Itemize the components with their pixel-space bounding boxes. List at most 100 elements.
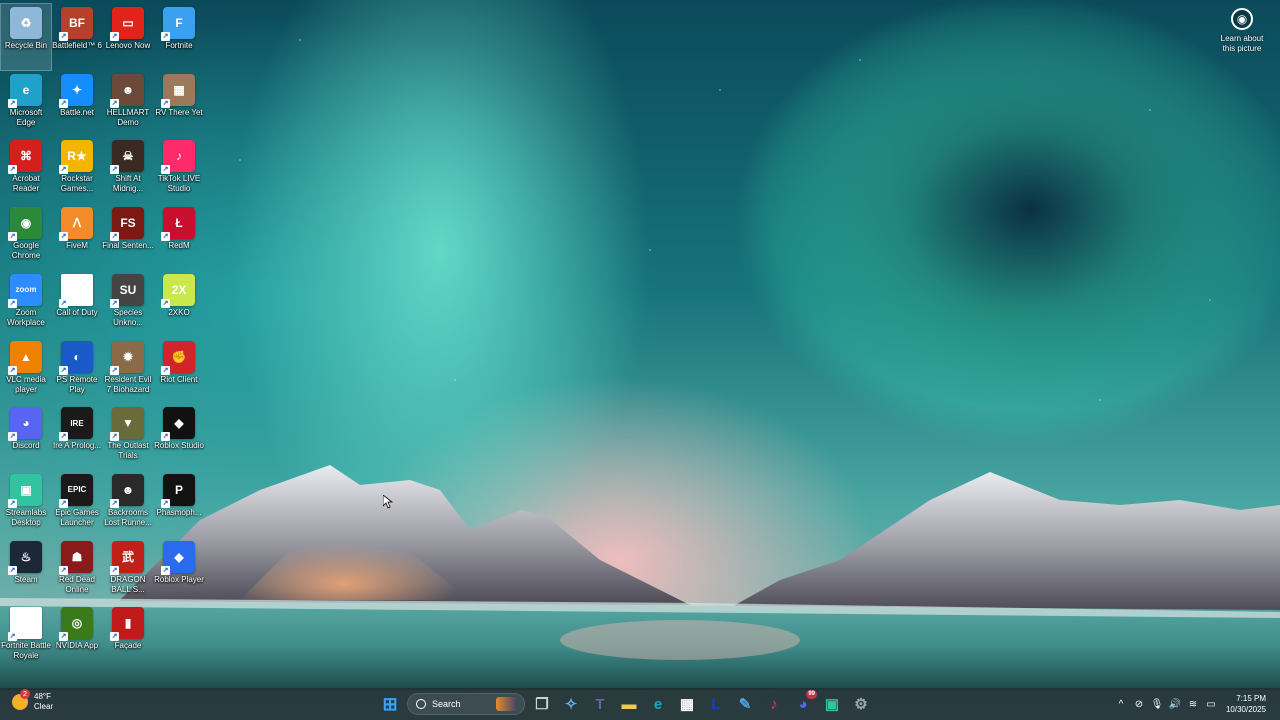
desktop-icon-resident-evil-7-biohazard[interactable]: ✹ ↗ Resident Evil 7 Biohazard bbox=[103, 338, 153, 404]
epic-games-launcher-icon: EPIC ↗ bbox=[59, 473, 93, 508]
wifi-icon[interactable]: ≋ bbox=[1184, 695, 1202, 713]
taskbar-teams-icon[interactable]: T bbox=[588, 692, 612, 716]
system-tray: ^ ⊘ 🎙 🔊 ≋ ▭ 7:15 PM 10/30/2025 bbox=[1112, 688, 1280, 720]
desktop-icon-fivem[interactable]: ᐱ ↗ FiveM bbox=[52, 204, 102, 270]
desktop-icon-species-unkno[interactable]: SU ↗ Species Unkno... bbox=[103, 271, 153, 337]
desktop-icon-label: Red Dead Online bbox=[58, 574, 96, 594]
taskbar-edge-icon[interactable]: e bbox=[646, 692, 670, 716]
desktop-icon-hellmart-demo[interactable]: ☻ ↗ HELLMART Demo bbox=[103, 71, 153, 137]
shortcut-arrow-icon: ↗ bbox=[161, 98, 170, 108]
desktop-icon-dragon-ball-s[interactable]: 武 ↗ DRAGON BALL S... bbox=[103, 538, 153, 604]
desktop-icon-microsoft-edge[interactable]: e ↗ Microsoft Edge bbox=[1, 71, 51, 137]
desktop-icon-redm[interactable]: Ł ↗ RedM bbox=[154, 204, 204, 270]
species-unkno-icon: SU ↗ bbox=[110, 273, 144, 308]
desktop-icon-label: The Outlast Trials bbox=[107, 441, 149, 461]
shortcut-arrow-icon: ↗ bbox=[110, 565, 119, 575]
shortcut-arrow-icon: ↗ bbox=[110, 632, 119, 642]
taskbar: 2 48°F Clear ⊞ Search ❐ ✧ T ▬ e ▦ L ✎ ♪ ◕ 99 ▣ ⚙ ^ ⊘… bbox=[0, 687, 1280, 720]
desktop-icon-shift-at-midnig[interactable]: ☠ ↗ Shift At Midnig... bbox=[103, 137, 153, 203]
shortcut-arrow-icon: ↗ bbox=[110, 365, 119, 375]
desktop-icon-label: Battlefield™ 6 bbox=[52, 41, 102, 50]
desktop-icon-steam[interactable]: ♨ ↗ Steam bbox=[1, 538, 51, 604]
desktop-icon-battle-net[interactable]: ✦ ↗ Battle.net bbox=[52, 71, 102, 137]
taskbar-copilot-icon[interactable]: ✧ bbox=[559, 692, 583, 716]
taskbar-lenovo-l-icon[interactable]: L bbox=[704, 692, 728, 716]
desktop-icon-fortnite-battle-royale[interactable]: ↗ Fortnite Battle Royale bbox=[1, 604, 51, 670]
desktop-icon-backrooms-lost-runne[interactable]: ☻ ↗ Backrooms Lost Runne... bbox=[103, 471, 153, 537]
streamlabs-desktop-icon: ▣ ↗ bbox=[8, 473, 42, 508]
desktop-icon-label: Backrooms Lost Runne... bbox=[104, 507, 152, 527]
riot-client-icon: ✊ ↗ bbox=[161, 340, 195, 375]
shortcut-arrow-icon: ↗ bbox=[161, 565, 170, 575]
volume-icon[interactable]: 🔊 bbox=[1166, 695, 1184, 713]
shortcut-arrow-icon: ↗ bbox=[8, 432, 17, 442]
taskbar-pen-app-icon[interactable]: ✎ bbox=[733, 692, 757, 716]
desktop-icon-epic-games-launcher[interactable]: EPIC ↗ Epic Games Launcher bbox=[52, 471, 102, 537]
shortcut-arrow-icon: ↗ bbox=[161, 298, 170, 308]
desktop-icon-ire-a-prolog[interactable]: IRE ↗ Ire A Prolog... bbox=[52, 404, 102, 470]
desktop-icon-label: Recycle Bin bbox=[4, 41, 48, 50]
show-hidden-icons-chevron-icon[interactable]: ^ bbox=[1112, 695, 1130, 713]
ire-a-prolog-icon: IRE ↗ bbox=[59, 407, 93, 442]
microphone-icon[interactable]: 🎙 bbox=[1148, 695, 1166, 713]
shortcut-arrow-icon: ↗ bbox=[8, 232, 17, 242]
notifications-off-icon[interactable]: ⊘ bbox=[1130, 695, 1148, 713]
taskbar-task-view-icon[interactable]: ❐ bbox=[530, 692, 554, 716]
desktop-icon-lenovo-now[interactable]: ▭ ↗ Lenovo Now bbox=[103, 4, 153, 70]
shortcut-arrow-icon: ↗ bbox=[161, 165, 170, 175]
fortnite-icon: F ↗ bbox=[161, 7, 195, 41]
desktop-icon-call-of-duty[interactable]: ↗ Call of Duty bbox=[52, 271, 102, 337]
desktop-icon-label: Epic Games Launcher bbox=[55, 507, 99, 527]
search-box[interactable]: Search bbox=[407, 693, 525, 715]
desktop-icon-tiktok-live-studio[interactable]: ♪ ↗ TikTok LIVE Studio bbox=[154, 137, 204, 203]
desktop-icon-google-chrome[interactable]: ◉ ↗ Google Chrome bbox=[1, 204, 51, 270]
desktop-icon-recycle-bin[interactable]: ♻ Recycle Bin bbox=[0, 3, 52, 71]
taskbar-settings-icon[interactable]: ⚙ bbox=[849, 692, 873, 716]
desktop-icon-zoom-workplace[interactable]: zoom ↗ Zoom Workplace bbox=[1, 271, 51, 337]
desktop-icon-vlc-media-player[interactable]: ▲ ↗ VLC media player bbox=[1, 338, 51, 404]
battle-net-icon: ✦ ↗ bbox=[59, 73, 93, 108]
lenovo-now-icon: ▭ ↗ bbox=[110, 7, 144, 41]
desktop-icon-riot-client[interactable]: ✊ ↗ Riot Client bbox=[154, 338, 204, 404]
desktop-icon-acrobat-reader[interactable]: ⌘ ↗ Acrobat Reader bbox=[1, 137, 51, 203]
desktop-icon-streamlabs-desktop[interactable]: ▣ ↗ Streamlabs Desktop bbox=[1, 471, 51, 537]
steam-icon: ♨ ↗ bbox=[8, 540, 42, 575]
desktop-icon-battlefield-6[interactable]: BF ↗ Battlefield™ 6 bbox=[52, 4, 102, 70]
desktop-icon-label: Phasmoph... bbox=[156, 507, 202, 517]
desktop-icon-label: HELLMART Demo bbox=[106, 107, 150, 127]
desktop-icon-rockstar-games[interactable]: R★ ↗ Rockstar Games... bbox=[52, 137, 102, 203]
learn-about-picture-button[interactable]: ◉ Learn about this picture bbox=[1214, 8, 1270, 54]
shortcut-arrow-icon: ↗ bbox=[110, 32, 119, 41]
taskbar-apps: ⊞ Search ❐ ✧ T ▬ e ▦ L ✎ ♪ ◕ 99 ▣ ⚙ bbox=[378, 690, 873, 717]
taskbar-streamlabs-icon[interactable]: ▣ bbox=[820, 692, 844, 716]
taskbar-music-icon[interactable]: ♪ bbox=[762, 692, 786, 716]
taskbar-file-explorer-icon[interactable]: ▬ bbox=[617, 692, 641, 716]
desktop-icon-ps-remote-play[interactable]: ◐ ↗ PS Remote Play bbox=[52, 338, 102, 404]
2xko-icon: 2X ↗ bbox=[161, 273, 195, 308]
battery-icon[interactable]: ▭ bbox=[1202, 695, 1220, 713]
hellmart-demo-icon: ☻ ↗ bbox=[110, 73, 144, 108]
desktop-icon-fortnite[interactable]: F ↗ Fortnite bbox=[154, 4, 204, 70]
taskbar-clock[interactable]: 7:15 PM 10/30/2025 bbox=[1226, 693, 1266, 715]
taskbar-discord-icon[interactable]: ◕ 99 bbox=[791, 690, 817, 716]
desktop-icon-roblox-player[interactable]: ◆ ↗ Roblox Player bbox=[154, 538, 204, 604]
desktop-icon-roblox-studio[interactable]: ◆ ↗ Roblox Studio bbox=[154, 404, 204, 470]
desktop-icon-phasmoph[interactable]: P ↗ Phasmoph... bbox=[154, 471, 204, 537]
ps-remote-play-icon: ◐ ↗ bbox=[59, 340, 93, 375]
desktop-icon-label: Lenovo Now bbox=[105, 41, 151, 50]
desktop-icon-red-dead-online[interactable]: ☗ ↗ Red Dead Online bbox=[52, 538, 102, 604]
desktop-icon-2xko[interactable]: 2X ↗ 2XKO bbox=[154, 271, 204, 337]
desktop-icon-rv-there-yet[interactable]: ▦ ↗ RV There Yet bbox=[154, 71, 204, 137]
desktop-icon-discord[interactable]: ◕ ↗ Discord bbox=[1, 404, 51, 470]
desktop-icon-final-senten[interactable]: FS ↗ Final Senten... bbox=[102, 204, 154, 270]
taskbar-store-icon[interactable]: ▦ bbox=[675, 692, 699, 716]
weather-widget[interactable]: 2 48°F Clear bbox=[12, 689, 53, 712]
desktop-icon-nvidia-app[interactable]: ◎ ↗ NVIDIA App bbox=[52, 604, 102, 670]
desktop-icon-fa-ade[interactable]: ▮ ↗ Façade bbox=[103, 604, 153, 670]
shortcut-arrow-icon: ↗ bbox=[110, 498, 119, 508]
start-button[interactable]: ⊞ bbox=[378, 692, 402, 716]
desktop-icon-the-outlast-trials[interactable]: ▼ ↗ The Outlast Trials bbox=[103, 404, 153, 470]
desktop-icon-label: Rockstar Games... bbox=[60, 174, 94, 194]
desktop-icon-label: VLC media player bbox=[6, 374, 46, 394]
search-highlight-icon bbox=[496, 697, 518, 711]
